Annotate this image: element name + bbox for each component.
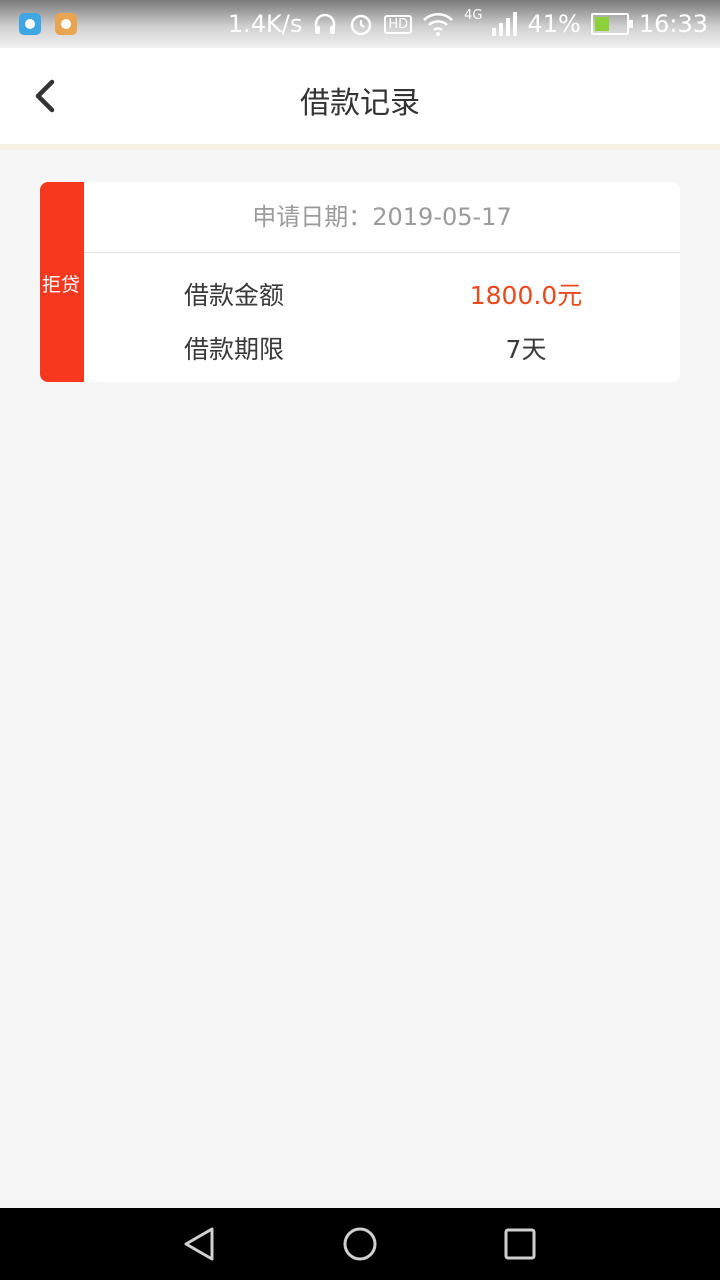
clock: 16:33	[638, 10, 708, 38]
hd-icon: HD	[384, 14, 413, 34]
network-speed: 1.4K/s	[227, 10, 303, 38]
headphone-icon	[315, 13, 336, 34]
loan-record-card[interactable]: 拒贷 申请日期：2019-05-17 借款金额 1800.0元 借款期限 7天	[40, 182, 680, 382]
loan-amount-value: 1800.0元	[469, 281, 583, 310]
app-icon-orange	[55, 13, 77, 35]
status-icons: 1.4K/s HD 4G 41% 16:33	[228, 8, 708, 40]
nav-recent-square-icon[interactable]	[502, 1226, 538, 1262]
application-date: 申请日期：2019-05-17	[84, 182, 680, 253]
loan-term-row: 借款期限 7天	[84, 320, 680, 370]
system-nav-bar	[0, 1208, 720, 1280]
loan-amount-label: 借款金额	[184, 281, 285, 310]
network-type: 4G	[464, 8, 483, 23]
status-badge: 拒贷	[40, 182, 84, 382]
page-title: 借款记录	[300, 86, 420, 121]
alarm-icon	[351, 14, 372, 36]
status-bar: 1.4K/s HD 4G 41% 16:33	[0, 0, 720, 48]
wifi-icon	[423, 13, 453, 36]
app-header: 借款记录	[0, 48, 720, 150]
nav-back-triangle-icon[interactable]	[182, 1226, 218, 1262]
nav-home-circle-icon[interactable]	[342, 1226, 378, 1262]
battery-percent: 41%	[527, 10, 581, 38]
battery-icon	[590, 13, 633, 35]
loan-term-value: 7天	[505, 335, 547, 364]
loan-term-label: 借款期限	[184, 335, 285, 364]
status-badge-label: 拒贷	[42, 274, 81, 296]
app-icon-blue	[19, 13, 41, 35]
signal-icon	[492, 12, 518, 36]
loan-amount-row: 借款金额 1800.0元	[84, 266, 680, 316]
